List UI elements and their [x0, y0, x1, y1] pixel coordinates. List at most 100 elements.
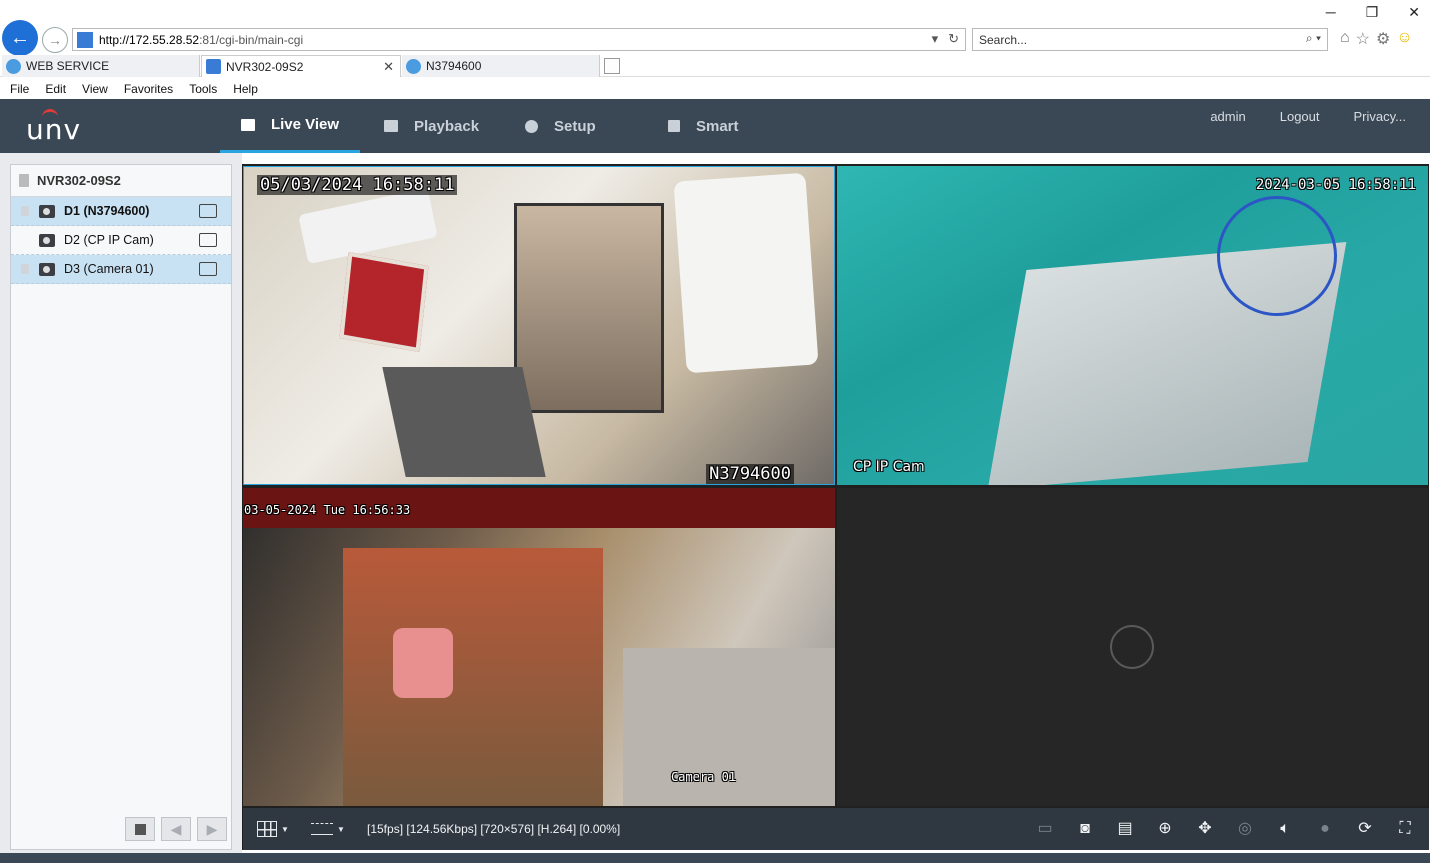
ie-icon [406, 58, 421, 74]
stream-status-text: [15fps] [124.56Kbps] [720×576] [H.264] [… [367, 822, 621, 836]
previous-page-button[interactable]: ◀ [161, 817, 191, 841]
address-bar[interactable]: http://172.55.28.52:81/cgi-bin/main-cgi … [72, 28, 966, 51]
stop-all-button[interactable] [125, 817, 155, 841]
video-tile-3[interactable]: 03-05-2024 Tue 16:56:33 Camera 01 [243, 488, 835, 806]
camera-icon [39, 262, 55, 276]
search-placeholder: Search... [979, 32, 1028, 47]
nav-label: Smart [696, 117, 739, 135]
logout-link[interactable]: Logout [1280, 109, 1320, 124]
menu-file[interactable]: File [10, 82, 29, 96]
nav-live-view[interactable]: Live View [220, 99, 360, 153]
screen-layout-button[interactable]: ▼ [251, 808, 295, 850]
channel-row-d3[interactable]: D3 (Camera 01) [11, 255, 231, 284]
channel-label: D3 (Camera 01) [64, 262, 154, 276]
osd-camera-name: N3794600 [706, 464, 794, 484]
forward-button[interactable]: → [42, 27, 68, 53]
stream-icon [311, 823, 334, 835]
refresh-icon[interactable]: ↻ [948, 31, 959, 47]
browser-tab-strip: WEB SERVICE NVR302-09S2 ✕ N3794600 [0, 55, 1430, 77]
tab-label: N3794600 [426, 59, 482, 73]
talk-icon[interactable]: ● [1315, 820, 1335, 838]
new-tab-button[interactable] [604, 58, 620, 74]
ptz-icon[interactable]: ✥ [1195, 820, 1215, 838]
osd-timestamp: 03-05-2024 Tue 16:56:33 [244, 503, 411, 517]
gear-icon [525, 119, 538, 133]
channel-row-d2[interactable]: D2 (CP IP Cam) [11, 226, 231, 255]
site-favicon-icon [206, 59, 221, 74]
menu-view[interactable]: View [82, 82, 108, 96]
tab-nvr302[interactable]: NVR302-09S2 ✕ [201, 55, 401, 77]
back-button[interactable]: ← [2, 20, 38, 56]
back-arrow-icon: ← [10, 26, 30, 49]
zoom-icon[interactable]: ⊕ [1155, 820, 1175, 838]
fisheye-icon[interactable]: ◎ [1235, 820, 1255, 838]
tab-n3794600[interactable]: N3794600 [402, 55, 600, 77]
channel-label: D2 (CP IP Cam) [64, 233, 154, 247]
osd-camera-name: Camera 01 [671, 770, 737, 784]
nav-smart[interactable]: Smart [668, 99, 739, 153]
nav-setup[interactable]: Setup [525, 99, 596, 153]
dropdown-icon[interactable]: ▾ [932, 31, 939, 47]
record-status-icon[interactable] [199, 262, 217, 276]
stream-type-button[interactable]: ▼ [303, 808, 353, 850]
restore-button[interactable]: ❐ [1366, 4, 1379, 21]
nvr-device-icon [19, 174, 29, 187]
search-icon[interactable]: ⌕ ▾ [1306, 31, 1321, 46]
menu-help[interactable]: Help [233, 82, 258, 96]
app-header: unv Live View Playback Setup Smart admin… [0, 99, 1430, 153]
record-status-icon[interactable] [199, 233, 217, 247]
channel-row-d1[interactable]: D1 (N3794600) [11, 197, 231, 226]
channel-label: D1 (N3794600) [64, 204, 150, 218]
bottom-strip [0, 853, 1430, 863]
url-path: :81/cgi-bin/main-cgi [199, 32, 304, 47]
video-tile-1[interactable]: 05/03/2024 16:58:11 N3794600 [243, 166, 835, 485]
browser-menu-bar: File Edit View Favorites Tools Help [0, 78, 1430, 99]
chevron-down-icon: ▼ [337, 824, 345, 834]
3d-zoom-icon[interactable]: ⟳ [1355, 820, 1375, 838]
video-tile-2[interactable]: 2024-03-05 16:58:11 CP IP Cam [837, 166, 1428, 485]
device-node[interactable]: NVR302-09S2 [11, 165, 231, 197]
menu-edit[interactable]: Edit [45, 82, 66, 96]
ie-icon [6, 58, 21, 74]
audio-icon[interactable]: 🔈︎ [1275, 820, 1295, 838]
nav-playback[interactable]: Playback [384, 99, 479, 153]
lock-icon [21, 264, 29, 274]
privacy-link[interactable]: Privacy... [1354, 109, 1407, 124]
url-host: http://172.55.28.52 [99, 32, 200, 47]
chevron-down-icon: ▼ [281, 824, 289, 834]
fullscreen-icon[interactable]: ⛶ [1395, 820, 1415, 838]
forward-arrow-icon: → [48, 32, 62, 48]
camera-icon [39, 233, 55, 247]
record-status-icon[interactable] [199, 204, 217, 218]
close-window-button[interactable]: ✕ [1408, 4, 1420, 21]
scene-shop-stall [343, 548, 603, 806]
search-input[interactable]: Search... ⌕ ▾ [972, 28, 1328, 51]
playback-icon [384, 120, 398, 132]
menu-tools[interactable]: Tools [189, 82, 217, 96]
minimize-button[interactable]: ─ [1326, 4, 1336, 21]
smiley-icon[interactable]: ☺ [1396, 29, 1412, 49]
tab-web-service[interactable]: WEB SERVICE [2, 55, 200, 77]
favorites-star-icon[interactable]: ☆ [1356, 29, 1370, 49]
menu-favorites[interactable]: Favorites [124, 82, 173, 96]
next-page-button[interactable]: ▶ [197, 817, 227, 841]
snapshot-icon[interactable]: ◙ [1075, 820, 1095, 838]
site-favicon-icon [77, 31, 93, 48]
nav-label: Playback [414, 117, 480, 135]
scene-water-heater [673, 172, 819, 374]
home-icon[interactable]: ⌂ [1340, 29, 1350, 49]
live-view-toolbar: ▼ ▼ [15fps] [124.56Kbps] [720×576] [H.26… [243, 808, 1429, 850]
arrow-right-icon: ▶ [206, 820, 218, 837]
close-tab-icon[interactable]: ✕ [383, 59, 394, 75]
camera-icon [39, 204, 55, 218]
user-name: admin [1210, 109, 1246, 124]
osd-timestamp: 2024-03-05 16:58:11 [1255, 177, 1416, 193]
scene-doorway [514, 203, 664, 413]
osd-camera-name: CP IP Cam [853, 459, 925, 475]
settings-gear-icon[interactable]: ⚙ [1376, 29, 1390, 49]
tab-label: WEB SERVICE [26, 59, 110, 73]
display-mode-icon[interactable]: ▭ [1035, 820, 1055, 838]
record-icon[interactable]: ▤ [1115, 820, 1135, 838]
video-tile-4-empty[interactable] [837, 488, 1428, 806]
unv-logo: unv [26, 109, 81, 146]
